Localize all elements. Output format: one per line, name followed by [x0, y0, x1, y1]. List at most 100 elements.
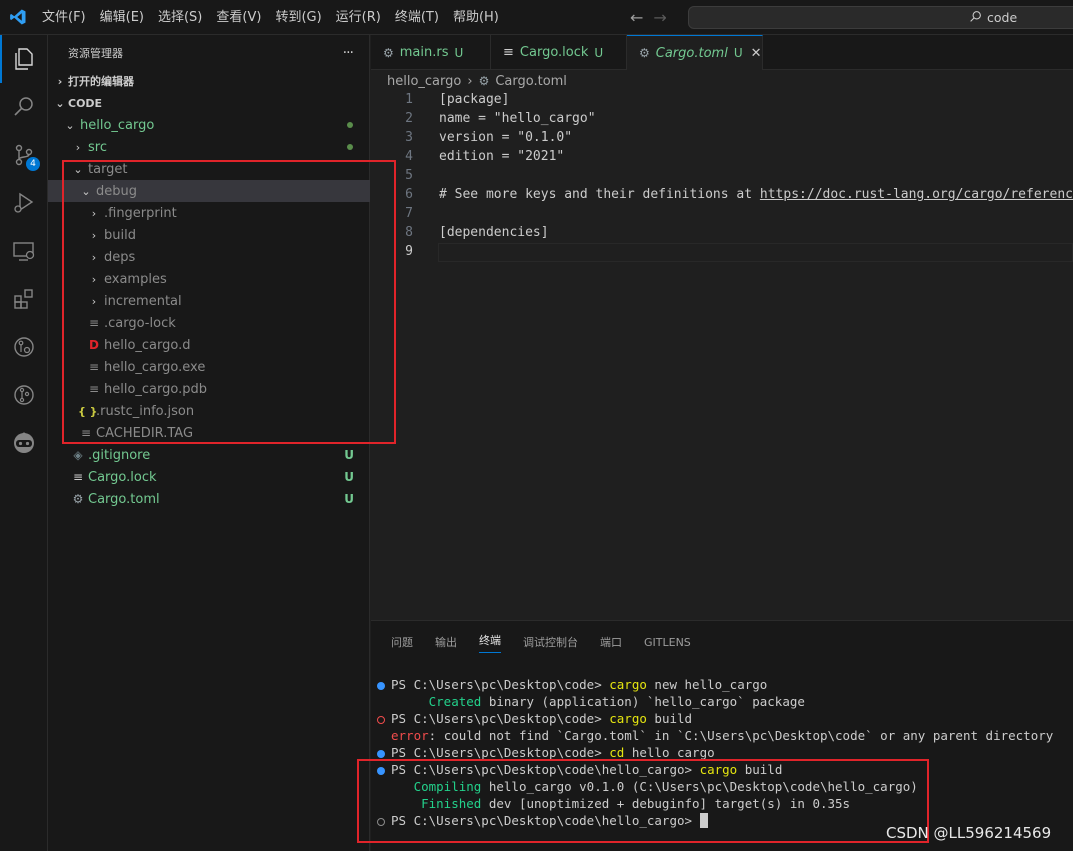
annotation-box-target [62, 160, 396, 444]
command-args: hello_cargo [624, 745, 715, 760]
tree-folder-src[interactable]: › src [48, 136, 370, 158]
code-line: [dependencies] [439, 225, 549, 240]
tab-label: main.rs [399, 45, 449, 60]
menu-selection[interactable]: 选择(S) [151, 0, 209, 35]
command-args: new hello_cargo [646, 677, 768, 692]
watermark: CSDN @LL596214569 [886, 824, 1052, 842]
terminal-line: error: could not find `Cargo.toml` in `C… [391, 728, 1053, 743]
panel-tab-terminal[interactable]: 终端 [479, 632, 501, 653]
extensions-icon[interactable] [0, 275, 48, 323]
menu-view[interactable]: 查看(V) [209, 0, 268, 35]
editor-tabs: ⚙ main.rs U ≡ Cargo.lock U ⚙ Cargo.toml … [371, 35, 1073, 70]
gear-icon: ⚙ [639, 46, 650, 60]
output-status: Created [391, 694, 482, 709]
tree-file-gitignore[interactable]: ◈ .gitignore U [48, 444, 370, 466]
file-lines-icon: ≡ [72, 470, 84, 484]
workspace-label: CODE [68, 96, 103, 110]
panel-tab-gitlens[interactable]: GITLENS [644, 636, 691, 649]
output-text: : could not find `Cargo.toml` in `C:\Use… [428, 728, 1054, 743]
explorer-header: 资源管理器 ··· [48, 35, 369, 70]
line-number: 3 [405, 130, 413, 145]
prompt: PS C:\Users\pc\Desktop\code> [391, 711, 610, 726]
current-line-highlight [438, 243, 1073, 262]
panel-tab-output[interactable]: 输出 [435, 634, 457, 650]
menu-go[interactable]: 转到(G) [268, 0, 328, 35]
success-dot-icon [377, 682, 385, 690]
open-editors-label: 打开的编辑器 [68, 75, 134, 88]
modified-dot [347, 122, 353, 128]
search-view-icon[interactable] [0, 83, 48, 131]
back-arrow-icon[interactable]: ← [630, 8, 643, 27]
success-dot-icon [377, 750, 385, 758]
gear-icon: ⚙ [478, 74, 490, 88]
search-icon [969, 10, 982, 26]
gitlens-inspect-icon[interactable] [0, 323, 48, 371]
annotation-box-terminal [357, 759, 929, 843]
untracked-badge: U [344, 470, 354, 484]
tab-cargo-lock[interactable]: ≡ Cargo.lock U [491, 35, 627, 70]
prompt: PS C:\Users\pc\Desktop\code> [391, 745, 610, 760]
tab-status: U [454, 45, 464, 60]
breadcrumb: hello_cargo › ⚙ Cargo.toml [371, 70, 1073, 92]
tree-label: Cargo.lock [88, 469, 157, 485]
code-line: version = "0.1.0" [439, 130, 573, 145]
menu-terminal[interactable]: 终端(T) [388, 0, 446, 35]
panel-tab-debug-console[interactable]: 调试控制台 [523, 634, 578, 650]
untracked-badge: U [344, 492, 354, 506]
tab-status: U [594, 45, 604, 60]
remote-explorer-icon[interactable] [0, 227, 48, 275]
menu-edit[interactable]: 编辑(E) [93, 0, 151, 35]
panel-tab-problems[interactable]: 问题 [391, 634, 413, 650]
command-center-search[interactable]: code [688, 6, 1073, 29]
command-args: build [646, 711, 693, 726]
docs-link[interactable]: https://doc.rust-lang.org/cargo/referenc… [760, 187, 1073, 202]
rust-icon: ⚙ [383, 45, 394, 60]
panel-tab-ports[interactable]: 端口 [600, 634, 622, 650]
code-line: # See more keys and their definitions at… [439, 187, 1073, 202]
menu-run[interactable]: 运行(R) [329, 0, 388, 35]
tree-file-cargo-lock[interactable]: ≡ Cargo.lock U [48, 466, 370, 488]
tree-label: Cargo.toml [88, 491, 160, 507]
menu-help[interactable]: 帮助(H) [446, 0, 506, 35]
close-icon[interactable]: ✕ [751, 46, 762, 61]
more-actions-icon[interactable]: ··· [343, 45, 354, 61]
vscode-logo-icon [0, 0, 35, 35]
title-bar: 文件(F) 编辑(E) 选择(S) 查看(V) 转到(G) 运行(R) 终端(T… [0, 0, 1073, 35]
chevron-right-icon: › [75, 140, 81, 154]
command: cargo [609, 711, 647, 726]
prompt: PS C:\Users\pc\Desktop\code> [391, 677, 610, 692]
file-lines-icon: ≡ [503, 45, 514, 60]
run-debug-icon[interactable] [0, 179, 48, 227]
terminal-line: PS C:\Users\pc\Desktop\code> cargo new h… [391, 677, 767, 692]
modified-dot [347, 144, 353, 150]
gear-icon: ⚙ [72, 492, 84, 506]
open-editors-section[interactable]: › 打开的编辑器 [48, 70, 369, 92]
code-line: [package] [439, 92, 510, 107]
source-control-icon[interactable]: 4 [0, 131, 48, 179]
forward-arrow-icon[interactable]: → [653, 8, 666, 27]
search-text: code [987, 10, 1018, 25]
explorer-title: 资源管理器 [68, 46, 123, 60]
tab-label: Cargo.lock [519, 45, 589, 60]
tree-label: src [88, 139, 107, 155]
breadcrumb-folder[interactable]: hello_cargo [387, 74, 461, 89]
breadcrumb-file[interactable]: Cargo.toml [495, 74, 567, 89]
code-line: name = "hello_cargo" [439, 111, 596, 126]
gitlens-icon[interactable] [0, 371, 48, 419]
copilot-icon[interactable] [0, 419, 48, 467]
menu-bar: 文件(F) 编辑(E) 选择(S) 查看(V) 转到(G) 运行(R) 终端(T… [35, 0, 506, 35]
panel-tabs: 问题 输出 终端 调试控制台 端口 GITLENS [371, 621, 1073, 663]
scm-badge: 4 [26, 157, 40, 171]
explorer-icon[interactable] [0, 35, 48, 83]
menu-file[interactable]: 文件(F) [35, 0, 93, 35]
tab-status: U [733, 46, 743, 60]
nav-arrows: ← → [630, 0, 667, 35]
line-number: 2 [405, 111, 413, 126]
workspace-section[interactable]: ⌄ CODE [48, 92, 369, 114]
tree-folder-hello-cargo[interactable]: ⌄ hello_cargo [48, 114, 370, 136]
tree-file-cargo-toml[interactable]: ⚙ Cargo.toml U [48, 488, 370, 510]
tab-main-rs[interactable]: ⚙ main.rs U [371, 35, 491, 70]
command: cargo [609, 677, 647, 692]
untracked-badge: U [344, 448, 354, 462]
tab-cargo-toml[interactable]: ⚙ Cargo.toml U ✕ [627, 35, 763, 70]
